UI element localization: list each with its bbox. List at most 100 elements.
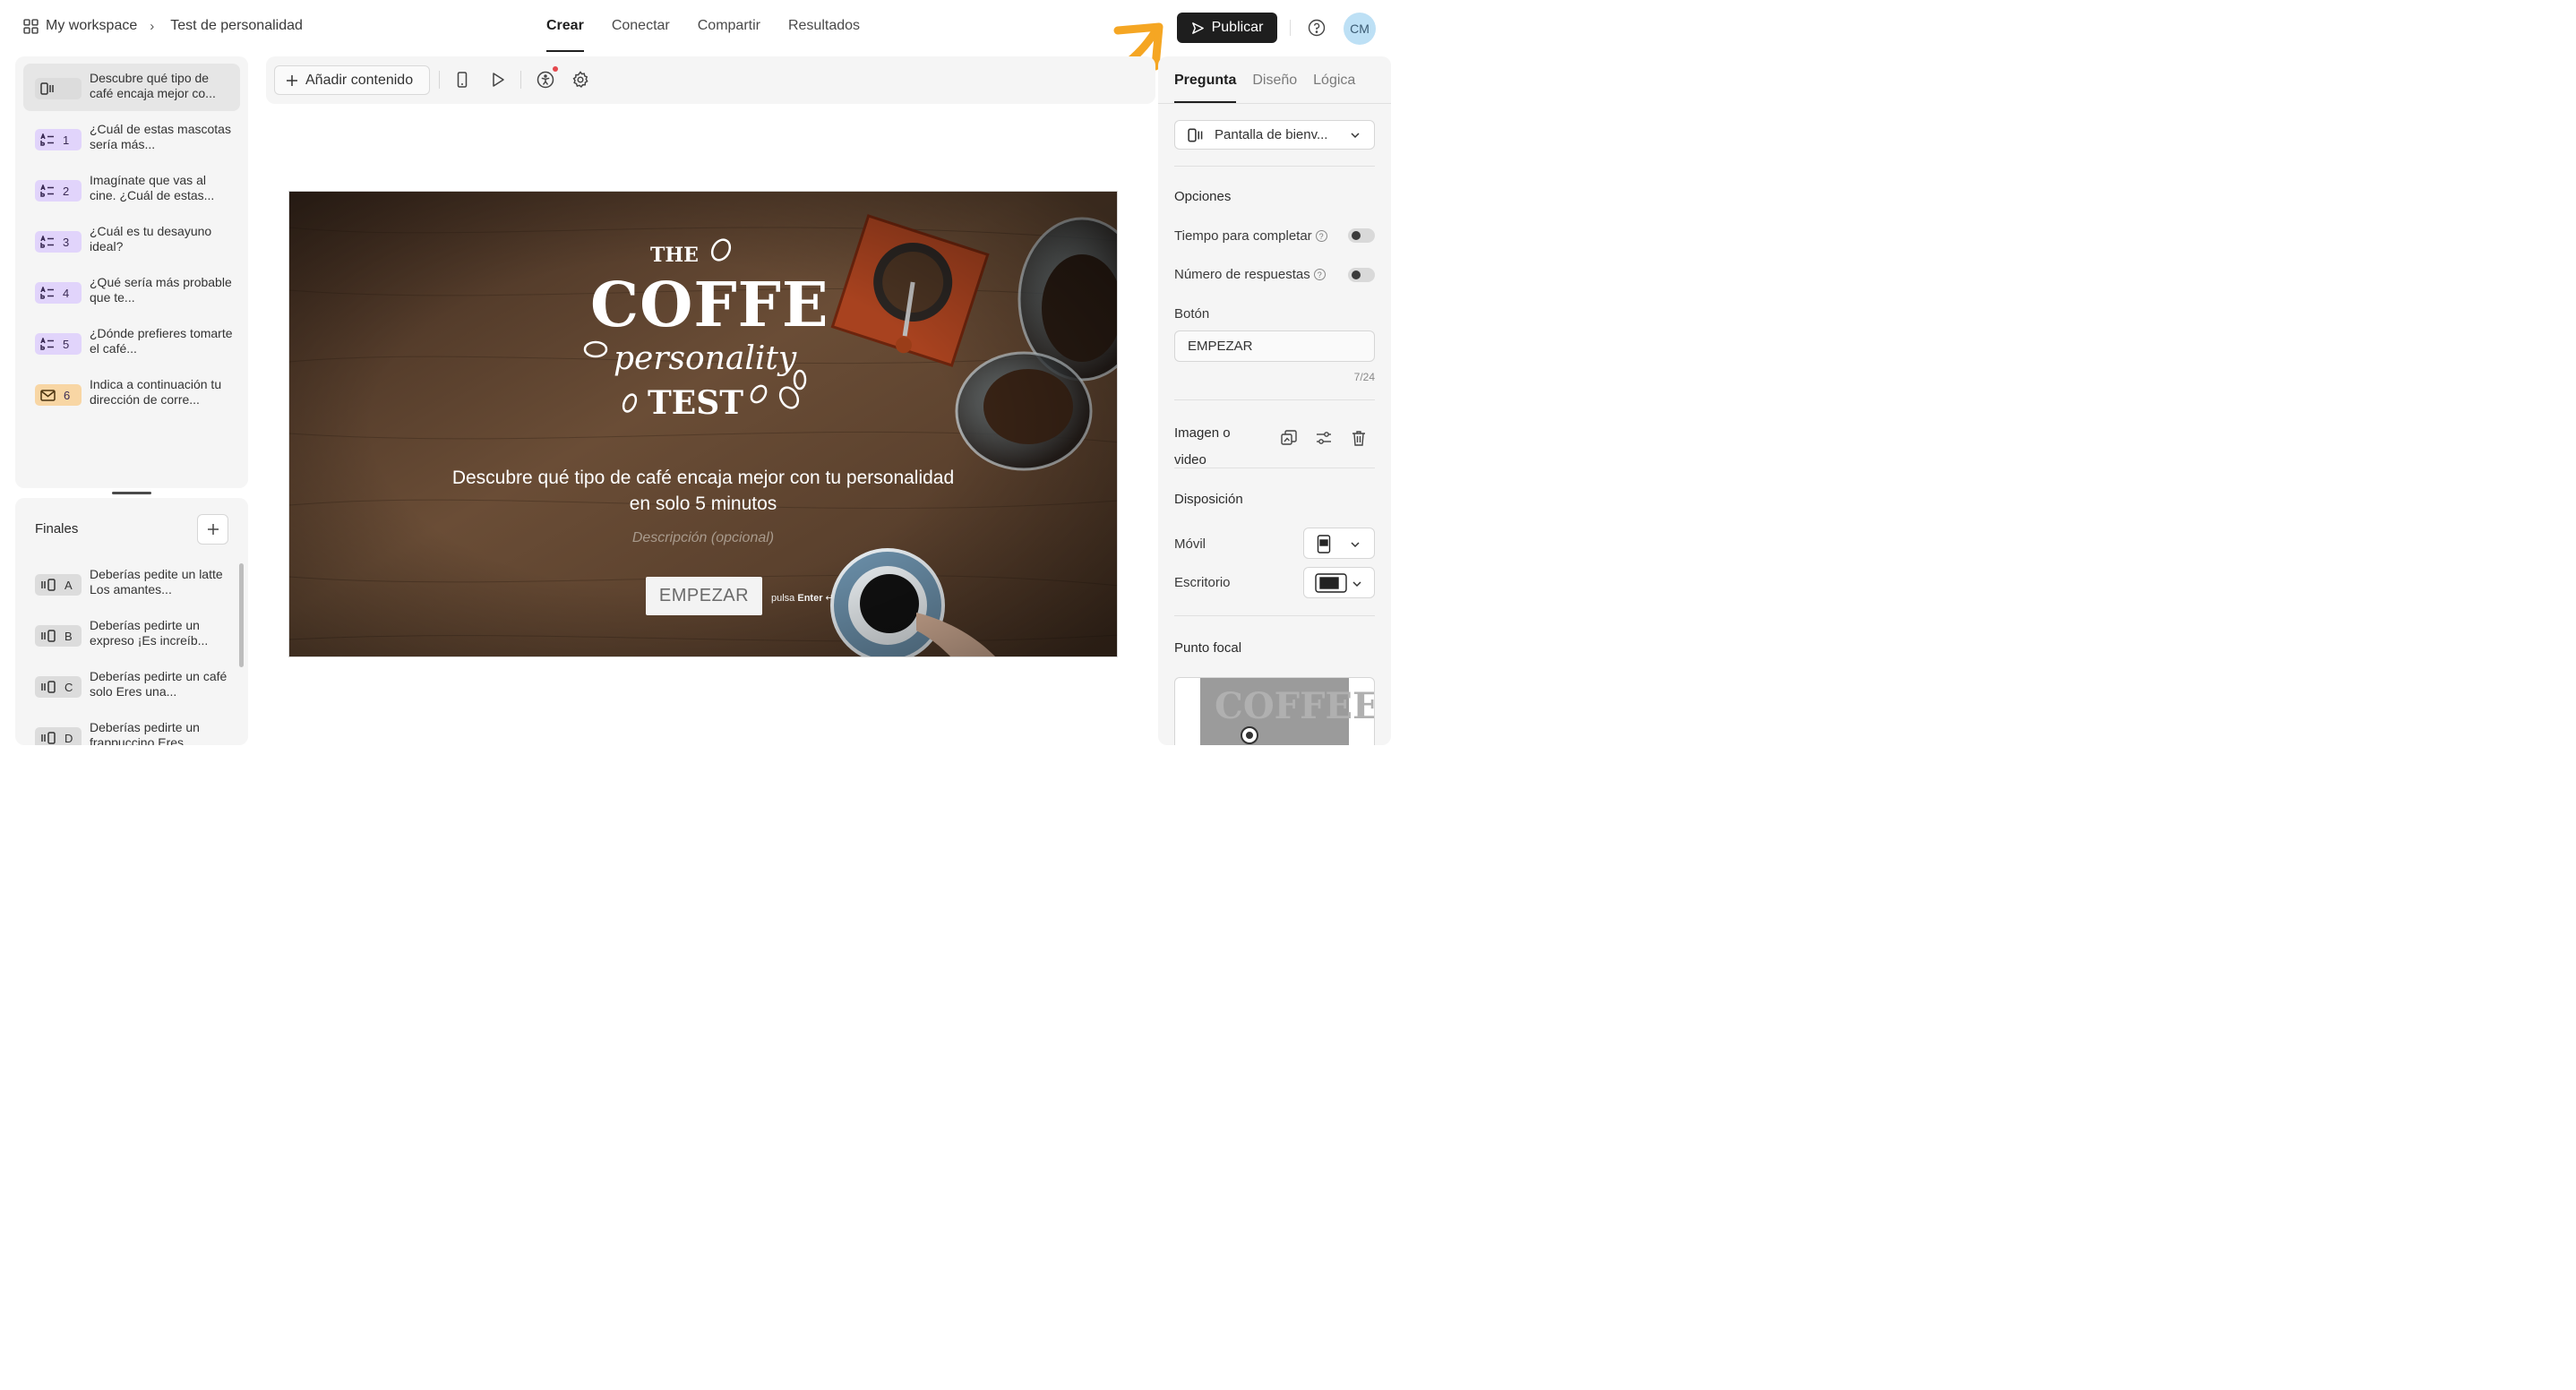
question-item-3[interactable]: 3 ¿Cuál es tu desayuno ideal? xyxy=(23,217,240,264)
add-ending-button[interactable] xyxy=(197,514,228,545)
start-button[interactable]: EMPEZAR xyxy=(646,577,762,615)
delete-media-icon[interactable] xyxy=(1350,429,1368,447)
ending-item-d[interactable]: D Deberías pedirte un frappuccino Eres..… xyxy=(23,713,229,745)
question-type-select[interactable]: Pantalla de bienv... xyxy=(1174,120,1375,150)
question-type-value: Pantalla de bienv... xyxy=(1215,127,1328,142)
publish-label: Publicar xyxy=(1211,20,1264,35)
add-content-button[interactable]: Añadir contenido xyxy=(274,65,430,95)
ending-item-a[interactable]: A Deberías pedite un latte Los amantes..… xyxy=(23,560,229,607)
play-preview-icon[interactable] xyxy=(488,70,508,90)
question-badge: 2 xyxy=(35,180,82,202)
tab-crear[interactable]: Crear xyxy=(546,18,584,52)
tab-logica[interactable]: Lógica xyxy=(1313,73,1355,103)
question-item-2[interactable]: 2 Imagínate que vas al cine. ¿Cuál de es… xyxy=(23,166,240,213)
media-heading-line-2: video xyxy=(1174,452,1206,468)
question-item-5[interactable]: 5 ¿Dónde prefieres tomarte el café... xyxy=(23,319,240,366)
editor-toolbar: Añadir contenido xyxy=(266,56,1155,104)
breadcrumb-form-name[interactable]: Test de personalidad xyxy=(170,18,303,34)
plus-icon xyxy=(287,74,297,86)
time-to-complete-toggle[interactable] xyxy=(1348,228,1375,243)
endings-title: Finales xyxy=(35,521,79,536)
tab-diseno[interactable]: Diseño xyxy=(1252,73,1297,103)
button-heading: Botón xyxy=(1174,306,1210,322)
question-item-1[interactable]: 1 ¿Cuál de estas mascotas sería más... xyxy=(23,115,240,162)
ending-text: Deberías pedirte un expreso ¡Es increíb.… xyxy=(90,618,209,648)
media-heading: Imagen o video xyxy=(1174,420,1231,474)
question-list-panel: Descubre qué tipo de café encaja mejor c… xyxy=(15,56,248,488)
plus-icon xyxy=(207,524,219,535)
question-text: Descubre qué tipo de café encaja mejor c… xyxy=(90,71,216,100)
response-count-toggle[interactable] xyxy=(1348,268,1375,282)
question-text: ¿Qué sería más probable que te... xyxy=(90,275,232,305)
logo-line-3: personality xyxy=(614,340,797,377)
focal-point-heading: Punto focal xyxy=(1174,640,1242,656)
divider xyxy=(1174,615,1375,616)
focal-point-handle[interactable] xyxy=(1241,726,1258,744)
replace-media-icon[interactable] xyxy=(1280,429,1298,447)
question-item-6[interactable]: 6 Indica a continuación tu dirección de … xyxy=(23,370,240,417)
welcome-headline-line-1: Descubre qué tipo de café encaja mejor c… xyxy=(451,468,955,488)
avatar[interactable]: CM xyxy=(1344,13,1376,45)
ending-letter: D xyxy=(64,731,73,745)
mobile-layout-label: Móvil xyxy=(1174,536,1206,552)
question-text: ¿Cuál de estas mascotas sería más... xyxy=(90,122,231,151)
welcome-badge xyxy=(35,78,82,99)
response-count-row: Número de respuestas? xyxy=(1174,267,1326,282)
ending-screen-icon xyxy=(41,579,56,591)
layout-heading: Disposición xyxy=(1174,492,1243,507)
ending-item-c[interactable]: C Deberías pedirte un café solo Eres una… xyxy=(23,662,229,709)
question-number: 6 xyxy=(64,388,71,402)
mobile-layout-icon xyxy=(1317,535,1331,553)
welcome-headline-line-2: en solo 5 minutos xyxy=(629,493,777,514)
divider xyxy=(1174,166,1375,167)
multiple-choice-icon xyxy=(40,236,54,248)
tab-resultados[interactable]: Resultados xyxy=(788,18,860,52)
ending-screen-icon xyxy=(41,630,56,642)
mobile-preview-icon[interactable] xyxy=(452,70,472,90)
question-badge: 1 xyxy=(35,129,82,150)
media-heading-line-1: Imagen o xyxy=(1174,425,1231,441)
question-item-4[interactable]: 4 ¿Qué sería más probable que te... xyxy=(23,268,240,315)
tab-compartir[interactable]: Compartir xyxy=(698,18,760,52)
button-text-input[interactable]: EMPEZAR xyxy=(1174,330,1375,362)
coffee-personality-test-logo: THE COFFEE personality TEST xyxy=(583,238,825,422)
settings-tabs: Pregunta Diseño Lógica xyxy=(1174,73,1355,103)
desktop-layout-select[interactable] xyxy=(1303,567,1375,598)
toolbar-divider xyxy=(439,71,440,89)
help-icon[interactable] xyxy=(1308,19,1326,37)
panel-resize-handle[interactable] xyxy=(112,492,151,494)
desktop-layout-icon xyxy=(1315,573,1347,593)
main-nav: Crear Conectar Compartir Resultados xyxy=(546,18,860,52)
settings-gear-icon[interactable] xyxy=(571,70,590,90)
chevron-down-icon xyxy=(1351,542,1360,548)
chevron-down-icon xyxy=(1351,133,1360,139)
question-item-welcome[interactable]: Descubre qué tipo de café encaja mejor c… xyxy=(23,64,240,111)
endings-scrollbar[interactable] xyxy=(239,563,244,667)
info-icon[interactable]: ? xyxy=(1315,230,1327,242)
publish-button[interactable]: Publicar xyxy=(1177,13,1277,43)
description-placeholder[interactable]: Descripción (opcional) xyxy=(558,530,848,546)
toolbar-divider xyxy=(520,71,521,89)
desktop-layout-label: Escritorio xyxy=(1174,575,1231,590)
tab-pregunta[interactable]: Pregunta xyxy=(1174,73,1236,103)
adjust-media-icon[interactable] xyxy=(1315,429,1333,447)
ending-item-b[interactable]: B Deberías pedirte un expreso ¡Es increí… xyxy=(23,611,229,658)
mobile-layout-select[interactable] xyxy=(1303,528,1375,559)
breadcrumb-workspace[interactable]: My workspace xyxy=(46,18,137,34)
welcome-screen-preview[interactable]: THE COFFEE personality TEST Descubre qué… xyxy=(288,191,1118,657)
ending-letter: B xyxy=(64,629,73,643)
character-counter: 7/24 xyxy=(1353,371,1375,383)
divider xyxy=(1174,399,1375,400)
ending-text: Deberías pedirte un café solo Eres una..… xyxy=(90,669,228,699)
send-icon xyxy=(1191,21,1204,34)
accessibility-icon[interactable] xyxy=(536,70,555,90)
question-number: 3 xyxy=(63,235,70,249)
welcome-headline[interactable]: Descubre qué tipo de café encaja mejor c… xyxy=(433,465,974,517)
ending-badge: A xyxy=(35,574,82,596)
tab-conectar[interactable]: Conectar xyxy=(612,18,670,52)
focal-point-picker[interactable]: COFFEE xyxy=(1174,677,1375,745)
info-icon[interactable]: ? xyxy=(1313,269,1326,280)
logo-line-4: TEST xyxy=(648,384,743,422)
ending-badge: C xyxy=(35,676,82,698)
question-badge: 5 xyxy=(35,333,82,355)
